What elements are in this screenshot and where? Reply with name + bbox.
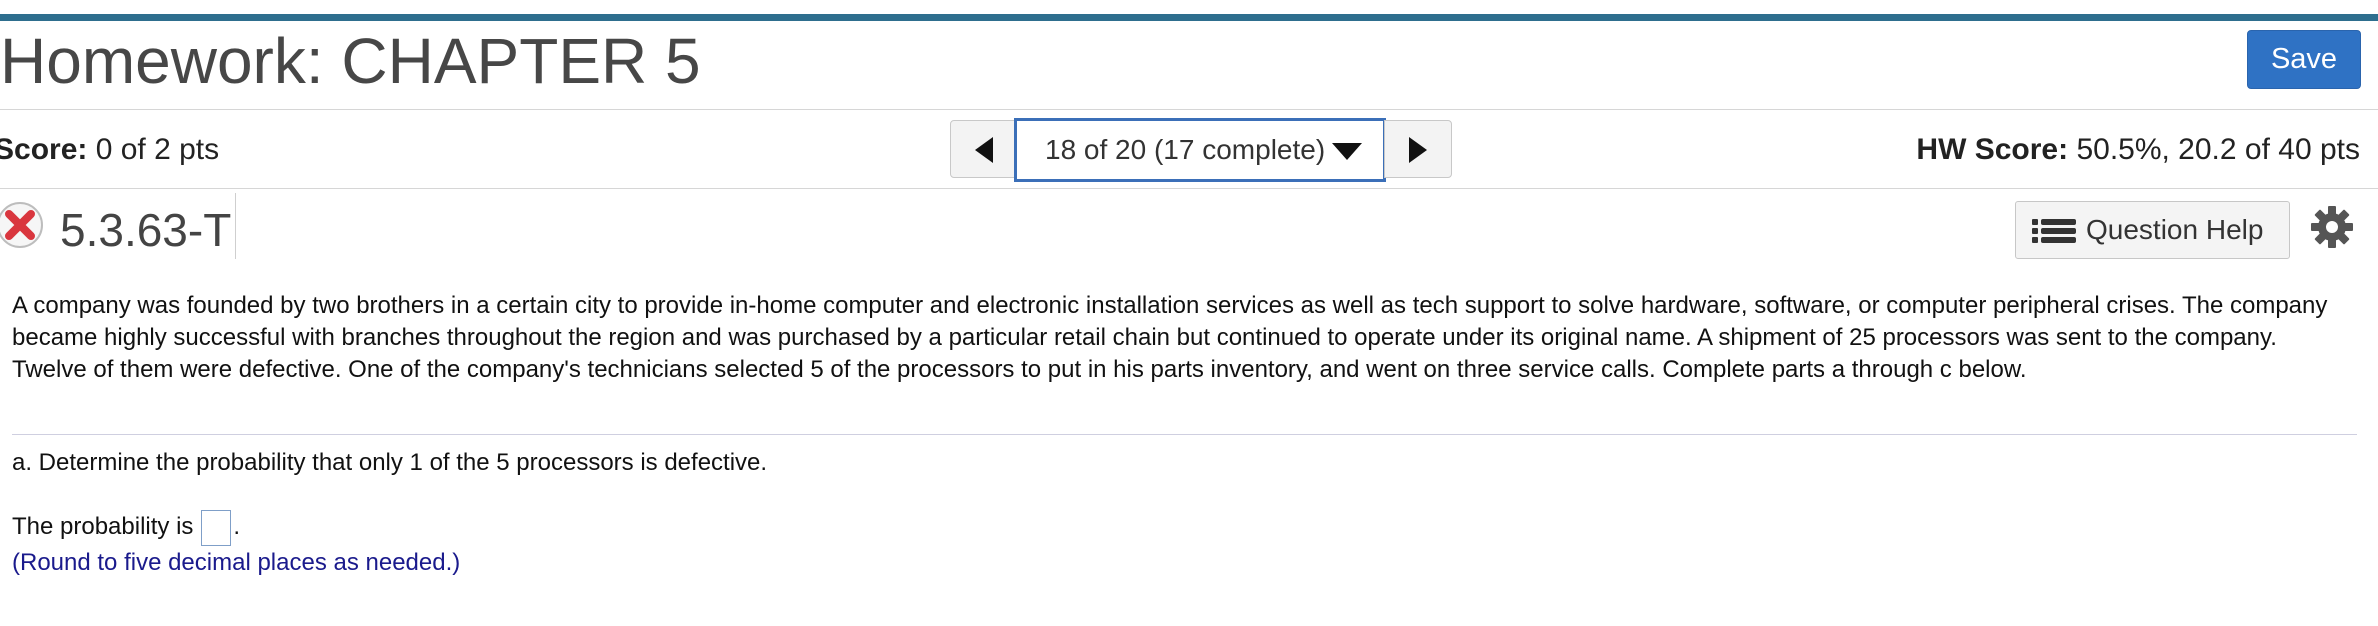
separator [12,434,2357,435]
x-icon [0,202,43,248]
question-content: A company was founded by two brothers in… [12,290,2357,576]
hw-score-value: 50.5%, 20.2 of 40 pts [2076,133,2360,166]
question-id: 5.3.63-T [60,204,232,256]
question-select-label: 18 of 20 (17 complete) [1045,134,1326,165]
next-question-button[interactable] [1384,120,1452,178]
question-help-label: Question Help [2086,214,2264,245]
divider [235,193,236,259]
answer-line: The probability is. [12,507,240,547]
problem-statement: A company was founded by two brothers in… [12,292,2328,383]
top-accent-bar [0,14,2378,21]
score-value: 0 of 2 pts [95,133,220,166]
save-button[interactable]: Save [2247,30,2361,89]
page-title: Homework: CHAPTER 5 [0,25,701,97]
previous-question-button[interactable] [950,120,1016,178]
rounding-hint: (Round to five decimal places as needed.… [12,549,461,576]
hw-score-label: HW Score: [1916,133,2069,166]
question-header: 5.3.63-T Question Help [0,189,2378,271]
list-icon [2032,219,2076,243]
header-bar: Homework: CHAPTER 5 Save [0,21,2378,110]
question-score: Score: 0 of 2 pts [0,132,219,168]
gear-icon[interactable] [2310,205,2354,249]
answer-input[interactable] [201,509,232,546]
score-bar: Score: 0 of 2 pts 18 of 20 (17 complete)… [0,110,2378,189]
question-help-button[interactable]: Question Help [2015,201,2290,259]
arrow-left-icon [975,137,993,163]
part-a-prompt: a. Determine the probability that only 1… [12,449,768,476]
caret-down-icon [1332,143,1362,160]
question-select-dropdown[interactable]: 18 of 20 (17 complete) [1014,118,1386,182]
arrow-right-icon [1409,137,1427,163]
answer-prefix: The probability is [12,513,194,540]
answer-suffix: . [233,513,241,540]
hw-score: HW Score: 50.5%, 20.2 of 40 pts [1916,132,2360,168]
score-label: Score: [0,133,88,166]
